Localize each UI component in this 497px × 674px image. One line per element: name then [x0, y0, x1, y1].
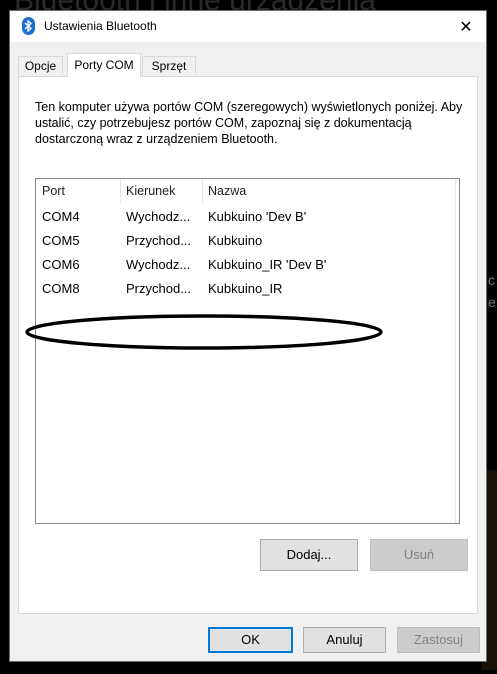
port-cell: COM6: [42, 257, 80, 272]
background-glyph: c: [488, 272, 495, 288]
name-cell: Kubkuino_IR 'Dev B': [208, 257, 327, 272]
tab-sprzet[interactable]: Sprzęt: [142, 56, 196, 75]
tab-porty-com[interactable]: Porty COM: [67, 53, 141, 77]
direction-cell: Przychod...: [126, 233, 192, 248]
port-cell: COM8: [42, 281, 80, 296]
name-cell: Kubkuino: [208, 233, 263, 248]
list-scrollbar[interactable]: [455, 179, 459, 523]
tab-panel-porty-com: Ten komputer używa portów COM (szeregowy…: [18, 76, 478, 614]
close-button[interactable]: ✕: [446, 11, 486, 42]
port-cell: COM5: [42, 233, 80, 248]
list-header: Port Kierunek Nazwa: [36, 179, 457, 203]
remove-button[interactable]: Usuń: [370, 539, 468, 571]
column-header-nazwa[interactable]: Nazwa: [202, 179, 457, 203]
column-header-port[interactable]: Port: [36, 179, 120, 203]
apply-button[interactable]: Zastosuj: [397, 627, 480, 653]
direction-cell: Wychodz...: [126, 209, 191, 224]
ok-button[interactable]: OK: [208, 627, 293, 653]
background-glyph: e: [488, 294, 496, 310]
dialog-title: Ustawienia Bluetooth: [44, 19, 157, 33]
title-bar: Ustawienia Bluetooth ✕: [10, 11, 486, 42]
table-row[interactable]: COM6 Wychodz... Kubkuino_IR 'Dev B': [36, 253, 457, 277]
cancel-button[interactable]: Anuluj: [303, 627, 386, 653]
bluetooth-settings-dialog: Ustawienia Bluetooth ✕ Opcje Porty COM S…: [9, 10, 487, 662]
tab-opcje[interactable]: Opcje: [18, 56, 63, 75]
table-row[interactable]: COM5 Przychod... Kubkuino: [36, 229, 457, 253]
add-button[interactable]: Dodaj...: [260, 539, 358, 571]
table-row[interactable]: COM8 Przychod... Kubkuino_IR: [36, 277, 457, 301]
direction-cell: Przychod...: [126, 281, 192, 296]
port-cell: COM4: [42, 209, 80, 224]
close-icon: ✕: [459, 18, 473, 36]
com-port-list[interactable]: Port Kierunek Nazwa COM4 Wychodz... Kubk…: [35, 178, 460, 524]
bluetooth-icon: [22, 17, 35, 35]
name-cell: Kubkuino_IR: [208, 281, 283, 296]
column-header-kierunek[interactable]: Kierunek: [120, 179, 202, 203]
name-cell: Kubkuino 'Dev B': [208, 209, 307, 224]
direction-cell: Wychodz...: [126, 257, 191, 272]
table-row[interactable]: COM4 Wychodz... Kubkuino 'Dev B': [36, 205, 457, 229]
description-text: Ten komputer używa portów COM (szeregowy…: [35, 100, 463, 146]
